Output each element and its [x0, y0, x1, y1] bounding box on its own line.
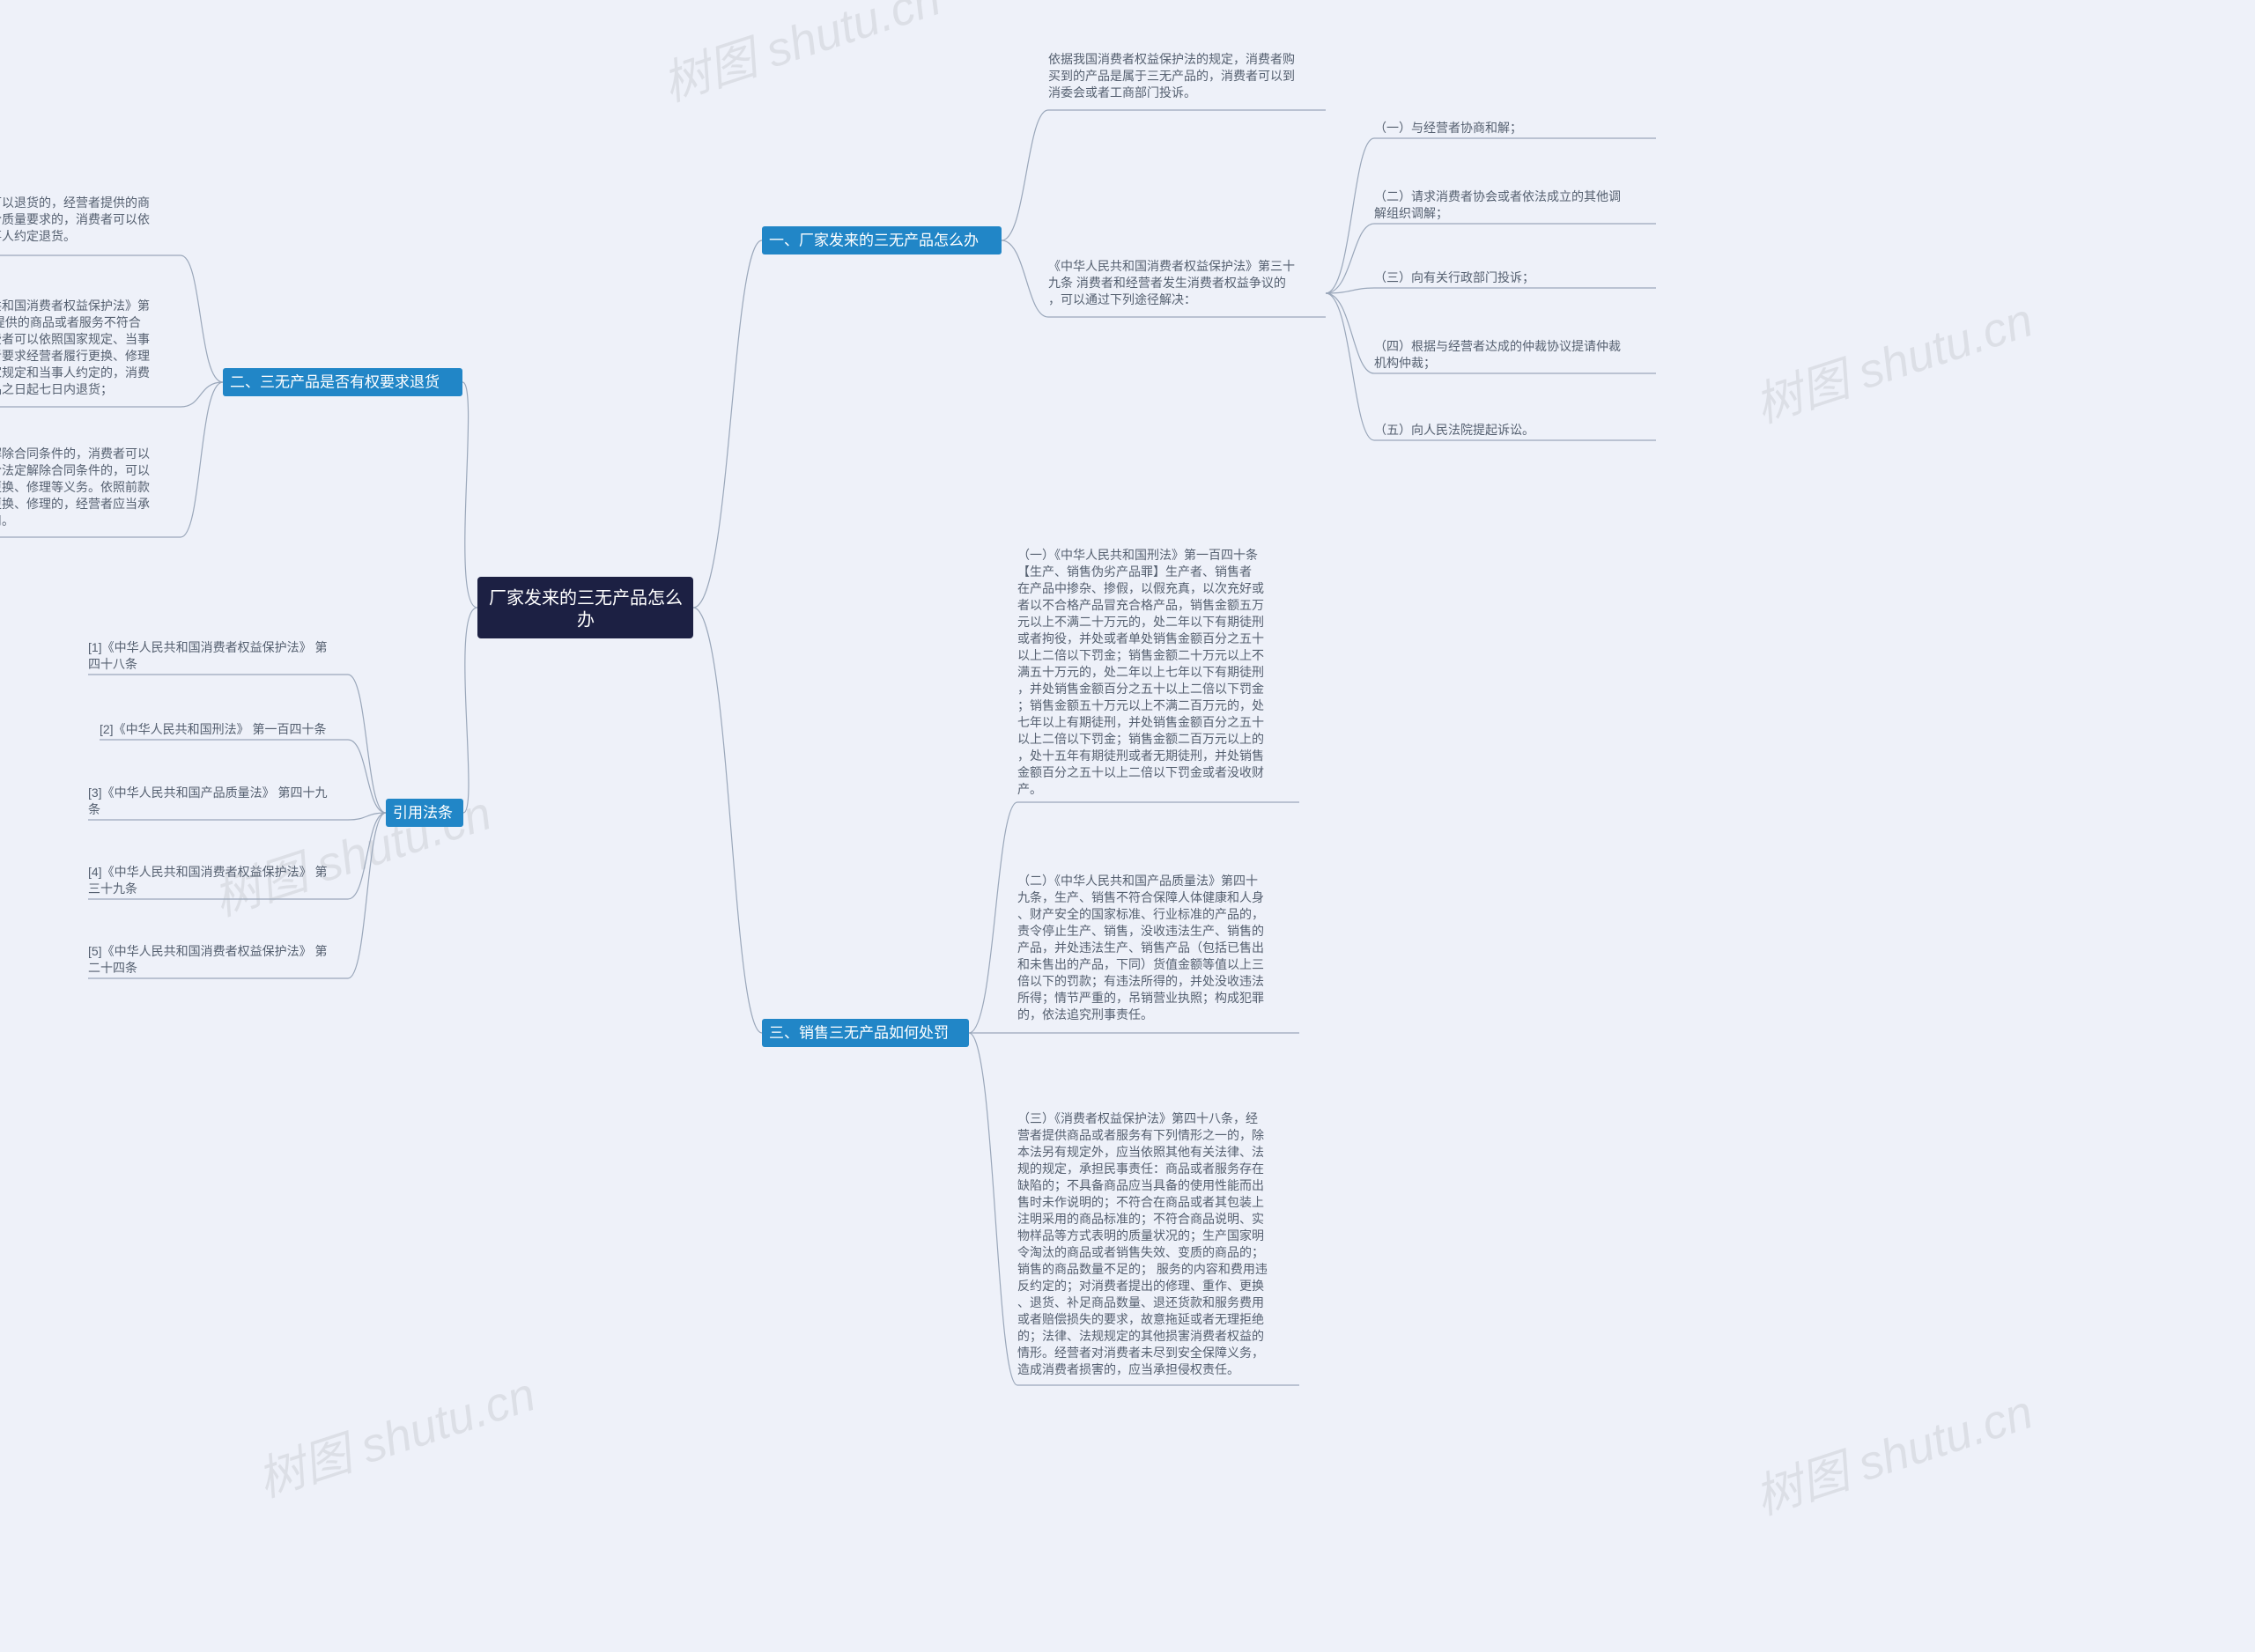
- svg-text:根据《中华人民共和国消费者权益保护法》第二十四条 经营者提供: 根据《中华人民共和国消费者权益保护法》第二十四条 经营者提供的商品或者服务不符合…: [0, 299, 150, 397]
- branch-4[interactable]: 引用法条: [386, 799, 463, 827]
- leaf-3c: （三）《消费者权益保护法》第四十八条，经营者提供商品或者服务有下列情形之一的，除…: [1017, 1111, 1299, 1385]
- svg-text:买了三无产品是可以退货的，经营者提供的商品或者服务不符合质量: 买了三无产品是可以退货的，经营者提供的商品或者服务不符合质量要求的，消费者可以依…: [0, 195, 150, 243]
- mindmap-diagram: 树图 shutu.cn 树图 shutu.cn 树图 shutu.cn 树图 s…: [0, 0, 2255, 1652]
- svg-text:[1]《中华人民共和国消费者权益保护法》 第四十八条: [1]《中华人民共和国消费者权益保护法》 第四十八条: [88, 640, 327, 671]
- svg-text:（三）《消费者权益保护法》第四十八条，经营者提供商品或者服务: （三）《消费者权益保护法》第四十八条，经营者提供商品或者服务有下列情形之一的，除…: [1017, 1111, 1268, 1376]
- branch-4-label: 引用法条: [393, 804, 453, 821]
- svg-text:（二）《中华人民共和国产品质量法》第四十九条，生产、销售不符: （二）《中华人民共和国产品质量法》第四十九条，生产、销售不符合保障人体健康和人身…: [1017, 874, 1264, 1021]
- leaf-4r4: [4]《中华人民共和国消费者权益保护法》 第三十九条: [88, 865, 348, 899]
- leaf-1b-c2: （二）请求消费者协会或者依法成立的其他调解组织调解；: [1374, 189, 1656, 224]
- leaf-1b-c4: （四）根据与经营者达成的仲裁协议提请仲裁机构仲裁；: [1374, 339, 1656, 373]
- leaf-1a: 依据我国消费者权益保护法的规定，消费者购买到的产品是属于三无产品的，消费者可以到…: [1048, 52, 1326, 110]
- leaf-1b-c5: （五）向人民法院提起诉讼。: [1374, 423, 1656, 440]
- svg-text:《中华人民共和国消费者权益保护法》第三十九条 消费者和经营者: 《中华人民共和国消费者权益保护法》第三十九条 消费者和经营者发生消费者权益争议的…: [1048, 259, 1295, 306]
- root-title-line2: 办: [577, 609, 595, 630]
- leaf-3b: （二）《中华人民共和国产品质量法》第四十九条，生产、销售不符合保障人体健康和人身…: [1017, 874, 1299, 1033]
- svg-text:[5]《中华人民共和国消费者权益保护法》 第二十四条: [5]《中华人民共和国消费者权益保护法》 第二十四条: [88, 944, 327, 975]
- svg-text:（三）向有关行政部门投诉；: （三）向有关行政部门投诉；: [1374, 270, 1534, 285]
- svg-text:[3]《中华人民共和国产品质量法》 第四十九条: [3]《中华人民共和国产品质量法》 第四十九条: [88, 785, 327, 816]
- leaf-2c: 七日后符合法定解除合同条件的，消费者可以及时退货，不符合法定解除合同条件的，可以…: [0, 446, 181, 537]
- svg-text:（四）根据与经营者达成的仲裁协议提请仲裁机构仲裁；: （四）根据与经营者达成的仲裁协议提请仲裁机构仲裁；: [1374, 339, 1621, 371]
- branch-1[interactable]: 一、厂家发来的三无产品怎么办: [762, 226, 1002, 254]
- svg-text:[4]《中华人民共和国消费者权益保护法》 第三十九条: [4]《中华人民共和国消费者权益保护法》 第三十九条: [88, 865, 327, 896]
- svg-text:（二）请求消费者协会或者依法成立的其他调解组织调解；: （二）请求消费者协会或者依法成立的其他调解组织调解；: [1374, 189, 1621, 221]
- branch-3[interactable]: 三、销售三无产品如何处罚: [762, 1019, 969, 1047]
- svg-text:依据我国消费者权益保护法的规定，消费者购买到的产品是属于三无: 依据我国消费者权益保护法的规定，消费者购买到的产品是属于三无产品的，消费者可以到…: [1048, 52, 1295, 100]
- svg-text:（五）向人民法院提起诉讼。: （五）向人民法院提起诉讼。: [1374, 423, 1534, 437]
- leaf-1b: 《中华人民共和国消费者权益保护法》第三十九条 消费者和经营者发生消费者权益争议的…: [1048, 259, 1326, 317]
- svg-text:七日后符合法定解除合同条件的，消费者可以及时退货，不符合法定: 七日后符合法定解除合同条件的，消费者可以及时退货，不符合法定解除合同条件的，可以…: [0, 446, 150, 527]
- branch-2-label: 二、三无产品是否有权要求退货: [230, 373, 440, 390]
- watermark: 树图 shutu.cn: [251, 1368, 542, 1507]
- leaf-4r5: [5]《中华人民共和国消费者权益保护法》 第二十四条: [88, 944, 348, 978]
- watermark: 树图 shutu.cn: [1749, 293, 2039, 432]
- svg-text:[2]《中华人民共和国刑法》 第一百四十条: [2]《中华人民共和国刑法》 第一百四十条: [100, 722, 326, 736]
- leaf-4r3: [3]《中华人民共和国产品质量法》 第四十九条: [88, 785, 348, 820]
- leaf-1b-c1: （一）与经营者协商和解；: [1374, 121, 1656, 138]
- root-node[interactable]: 厂家发来的三无产品怎么 办: [477, 577, 693, 638]
- svg-text:（一）与经营者协商和解；: （一）与经营者协商和解；: [1374, 121, 1522, 136]
- branch-3-label: 三、销售三无产品如何处罚: [769, 1024, 949, 1041]
- leaf-4r1: [1]《中华人民共和国消费者权益保护法》 第四十八条: [88, 640, 348, 675]
- root-title-line1: 厂家发来的三无产品怎么: [489, 587, 683, 608]
- leaf-2a: 买了三无产品是可以退货的，经营者提供的商品或者服务不符合质量要求的，消费者可以依…: [0, 195, 181, 255]
- leaf-4r2: [2]《中华人民共和国刑法》 第一百四十条: [100, 722, 348, 740]
- leaf-2b: 根据《中华人民共和国消费者权益保护法》第二十四条 经营者提供的商品或者服务不符合…: [0, 299, 181, 407]
- watermark: 树图 shutu.cn: [1749, 1385, 2039, 1524]
- leaf-3a: （一）《中华人民共和国刑法》第一百四十条【生产、销售伪劣产品罪】生产者、销售者在…: [1017, 548, 1299, 802]
- watermark: 树图 shutu.cn: [656, 0, 947, 111]
- leaf-1b-c3: （三）向有关行政部门投诉；: [1374, 270, 1656, 288]
- branch-2[interactable]: 二、三无产品是否有权要求退货: [223, 368, 462, 396]
- branch-1-label: 一、厂家发来的三无产品怎么办: [769, 232, 979, 248]
- svg-text:（一）《中华人民共和国刑法》第一百四十条【生产、销售伪劣产品: （一）《中华人民共和国刑法》第一百四十条【生产、销售伪劣产品罪】生产者、销售者在…: [1017, 548, 1264, 796]
